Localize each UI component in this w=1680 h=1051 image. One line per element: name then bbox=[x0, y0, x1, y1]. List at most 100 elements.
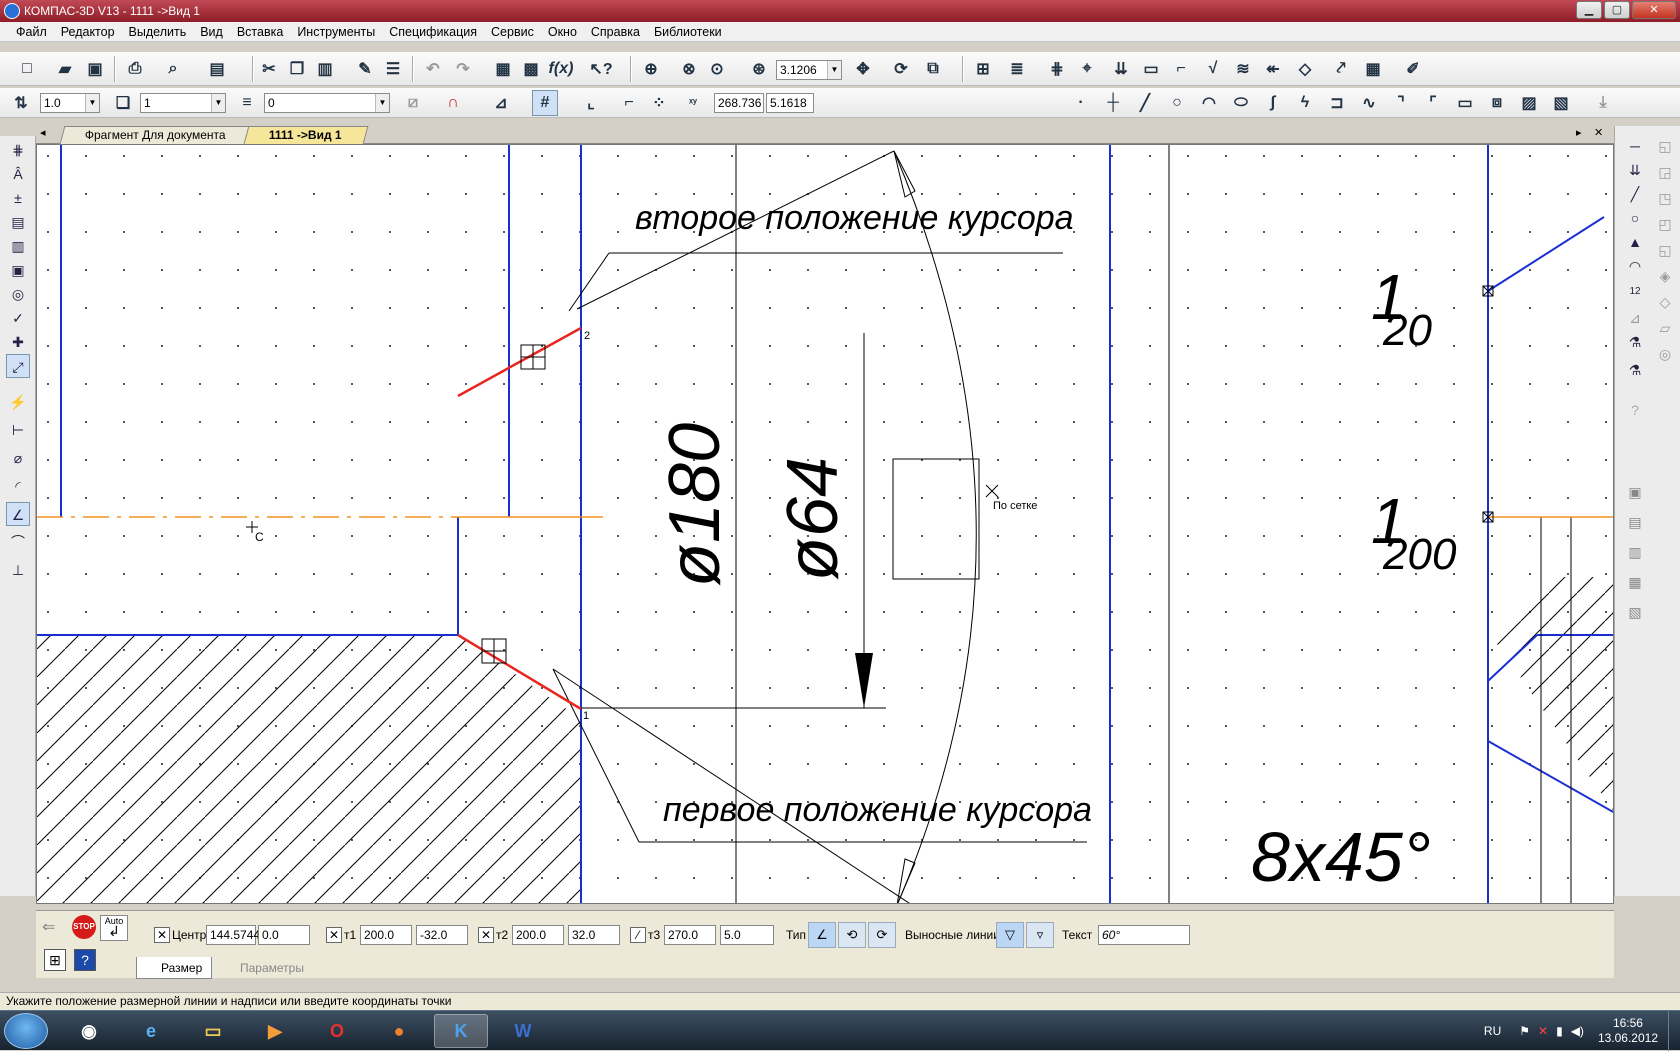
t1-x-field[interactable]: 200.0 bbox=[360, 925, 412, 945]
edit-group-icon[interactable]: ▤ bbox=[6, 210, 30, 234]
stop-button[interactable]: STOP bbox=[72, 915, 96, 939]
triangle-tool-icon[interactable]: ▲ bbox=[1623, 230, 1647, 254]
measure-group-icon[interactable]: ▣ bbox=[6, 258, 30, 282]
diameter-dimension-icon[interactable]: ⌀ bbox=[6, 446, 30, 470]
fillet-icon[interactable]: ⌜ bbox=[1420, 90, 1446, 116]
arc-icon[interactable]: ◠ bbox=[1196, 90, 1222, 116]
step-combo[interactable]: 1.0 ▼ bbox=[40, 93, 100, 113]
t3-x-field[interactable]: 270.0 bbox=[664, 925, 716, 945]
step-icon[interactable]: ⇅ bbox=[8, 90, 34, 116]
menu-help[interactable]: Справка bbox=[591, 25, 640, 39]
chevron-down-icon[interactable]: ▼ bbox=[85, 94, 99, 112]
parametrization-icon[interactable]: ▥ bbox=[6, 234, 30, 258]
menu-insert[interactable]: Вставка bbox=[237, 25, 283, 39]
t1-y-field[interactable]: -32.0 bbox=[416, 925, 468, 945]
table-icon[interactable]: ▦ bbox=[1360, 56, 1386, 82]
type-angle-button[interactable]: ∠ bbox=[808, 922, 836, 948]
tab-close-icon[interactable]: ✕ bbox=[1594, 126, 1603, 139]
t2-x-field[interactable]: 200.0 bbox=[512, 925, 564, 945]
format-brush-icon[interactable]: ✎ bbox=[352, 56, 378, 82]
wave-icon[interactable]: ∿ bbox=[1356, 90, 1382, 116]
pan-icon[interactable]: ✥ bbox=[850, 56, 876, 82]
designations-icon[interactable]: ± bbox=[6, 186, 30, 210]
line-tool-icon[interactable]: ─ bbox=[1623, 134, 1647, 158]
tabs-scroll-right-icon[interactable]: ▸ bbox=[1576, 126, 1582, 139]
auto-create-button[interactable]: Auto ↲ bbox=[100, 915, 128, 941]
volume-icon[interactable]: ◀) bbox=[1571, 1024, 1584, 1038]
media-player-icon[interactable]: ▶ bbox=[248, 1014, 302, 1048]
layers-icon[interactable]: ≡ bbox=[234, 90, 260, 116]
angle-tool-icon[interactable]: ⊿ bbox=[1623, 306, 1647, 330]
type-complementary-button[interactable]: ⟲ bbox=[838, 922, 866, 948]
t3-checkbox[interactable]: ⁄ bbox=[630, 927, 646, 943]
circle-tool-icon[interactable]: ○ bbox=[1623, 206, 1647, 230]
language-indicator[interactable]: RU bbox=[1484, 1024, 1501, 1038]
roughness-icon[interactable]: √ bbox=[1200, 56, 1226, 82]
coord-y-field[interactable]: 5.1618 bbox=[766, 93, 814, 113]
help-tool-icon[interactable]: ? bbox=[1623, 398, 1647, 422]
menu-window[interactable]: Окно bbox=[548, 25, 577, 39]
t2-checkbox[interactable]: ✕ bbox=[478, 927, 494, 943]
chevron-down-icon[interactable]: ▼ bbox=[827, 61, 841, 79]
geometry-icon[interactable]: ⋕ bbox=[6, 138, 30, 162]
tabs-scroll-left-icon[interactable]: ◂ bbox=[40, 126, 46, 139]
menu-libraries[interactable]: Библиотеки bbox=[654, 25, 722, 39]
axes-icon[interactable]: ⌞ bbox=[578, 90, 604, 116]
zoom-scale-icon[interactable]: ⊛ bbox=[746, 56, 772, 82]
view4-tool-icon[interactable]: ▦ bbox=[1623, 570, 1647, 594]
region-icon[interactable]: ▧ bbox=[1548, 90, 1574, 116]
zoom-combo[interactable]: 3.1206 ▼ bbox=[776, 60, 842, 80]
view2-tool-icon[interactable]: ▤ bbox=[1623, 510, 1647, 534]
firefox-icon[interactable]: ● bbox=[372, 1014, 426, 1048]
menu-service[interactable]: Сервис bbox=[491, 25, 534, 39]
rectangle-icon[interactable]: ▭ bbox=[1452, 90, 1478, 116]
center-checkbox[interactable]: ✕ bbox=[154, 927, 170, 943]
tab-fragment[interactable]: Фрагмент Для документа bbox=[59, 126, 255, 144]
drawing-canvas[interactable]: второе положение курсора первое положени… bbox=[36, 144, 1614, 904]
bezier-icon[interactable]: ϟ bbox=[1292, 90, 1318, 116]
redo-icon[interactable]: ↷ bbox=[450, 56, 476, 82]
show-desktop-button[interactable] bbox=[1668, 1011, 1680, 1051]
arc-dimension-icon[interactable]: ⌒ bbox=[6, 530, 30, 554]
variables-icon[interactable]: ▩ bbox=[518, 56, 544, 82]
preview-icon[interactable]: ⌕ bbox=[160, 56, 186, 82]
snap-options-icon[interactable]: ⊞ bbox=[44, 949, 66, 971]
chevron-down-icon[interactable]: ▼ bbox=[375, 94, 389, 112]
height-dimension-icon[interactable]: ⊥ bbox=[6, 558, 30, 582]
kompas-taskbar-icon[interactable]: K bbox=[434, 1014, 488, 1048]
drawing-svg[interactable]: второе положение курсора первое положени… bbox=[37, 145, 1614, 904]
type-obtuse-button[interactable]: ⟳ bbox=[868, 922, 896, 948]
chevron-down-icon[interactable]: ▼ bbox=[211, 94, 225, 112]
3d-tool3-icon[interactable]: ◳ bbox=[1653, 186, 1677, 210]
function-icon[interactable]: f(x) bbox=[548, 56, 574, 82]
orthogonal-icon[interactable]: ⧄ bbox=[400, 90, 426, 116]
help-pointer-icon[interactable]: ↖? bbox=[588, 56, 614, 82]
cut-icon[interactable]: ✂ bbox=[256, 56, 282, 82]
text-callout-icon[interactable]: ▭ bbox=[1138, 56, 1164, 82]
point-icon[interactable]: ⁘ bbox=[646, 90, 672, 116]
radial-dimension-icon[interactable]: ◜ bbox=[6, 474, 30, 498]
snap-icon[interactable]: ⌖ bbox=[1074, 56, 1100, 82]
slant-tool-icon[interactable]: ╱ bbox=[1623, 182, 1647, 206]
spline-icon[interactable]: ∫ bbox=[1260, 90, 1286, 116]
word-icon[interactable]: W bbox=[496, 1014, 550, 1048]
print-icon[interactable]: ⎙ bbox=[122, 56, 148, 82]
view3-tool-icon[interactable]: ▥ bbox=[1623, 540, 1647, 564]
base-icon[interactable]: ◇ bbox=[1292, 56, 1318, 82]
zoom-fit-icon[interactable]: ⊗ bbox=[676, 56, 702, 82]
network-icon[interactable]: ✕ bbox=[1538, 1024, 1548, 1038]
close-button[interactable]: ✕ bbox=[1632, 1, 1676, 19]
circle-icon[interactable]: ○ bbox=[1164, 90, 1190, 116]
3d-tool5-icon[interactable]: ◱ bbox=[1653, 238, 1677, 262]
auto-dimension-icon[interactable]: ⚡ bbox=[6, 390, 30, 414]
extension-lines-on-button[interactable]: ▽ bbox=[996, 922, 1024, 948]
linear-dimension-icon[interactable]: ⊢ bbox=[6, 418, 30, 442]
opera-icon[interactable]: O bbox=[310, 1014, 364, 1048]
leader-icon[interactable]: ⌐ bbox=[1168, 56, 1194, 82]
manager-icon[interactable]: ▤ bbox=[204, 56, 230, 82]
undo-icon[interactable]: ↶ bbox=[420, 56, 446, 82]
tab-size[interactable]: Размер bbox=[136, 957, 212, 979]
zoom-in-out-icon[interactable]: ⊙ bbox=[704, 56, 730, 82]
menu-view[interactable]: Вид bbox=[200, 25, 223, 39]
point-tool-icon[interactable]: · bbox=[1068, 90, 1094, 116]
